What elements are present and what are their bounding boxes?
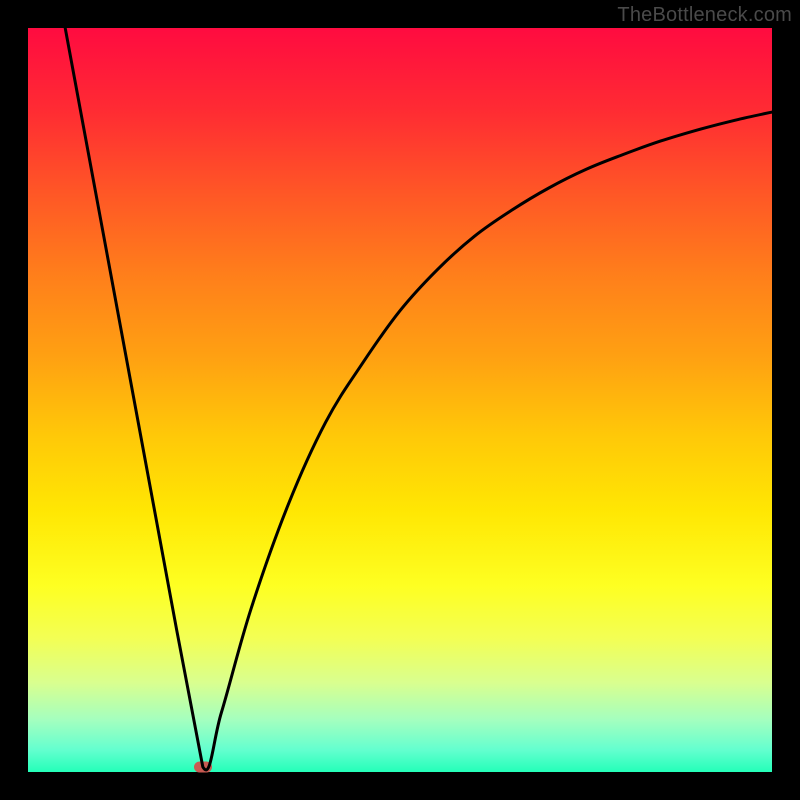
curve-svg — [28, 28, 772, 772]
watermark-text: TheBottleneck.com — [617, 4, 792, 27]
plot-area — [28, 28, 772, 772]
chart-frame: TheBottleneck.com — [0, 0, 800, 800]
curve-path — [65, 28, 772, 770]
